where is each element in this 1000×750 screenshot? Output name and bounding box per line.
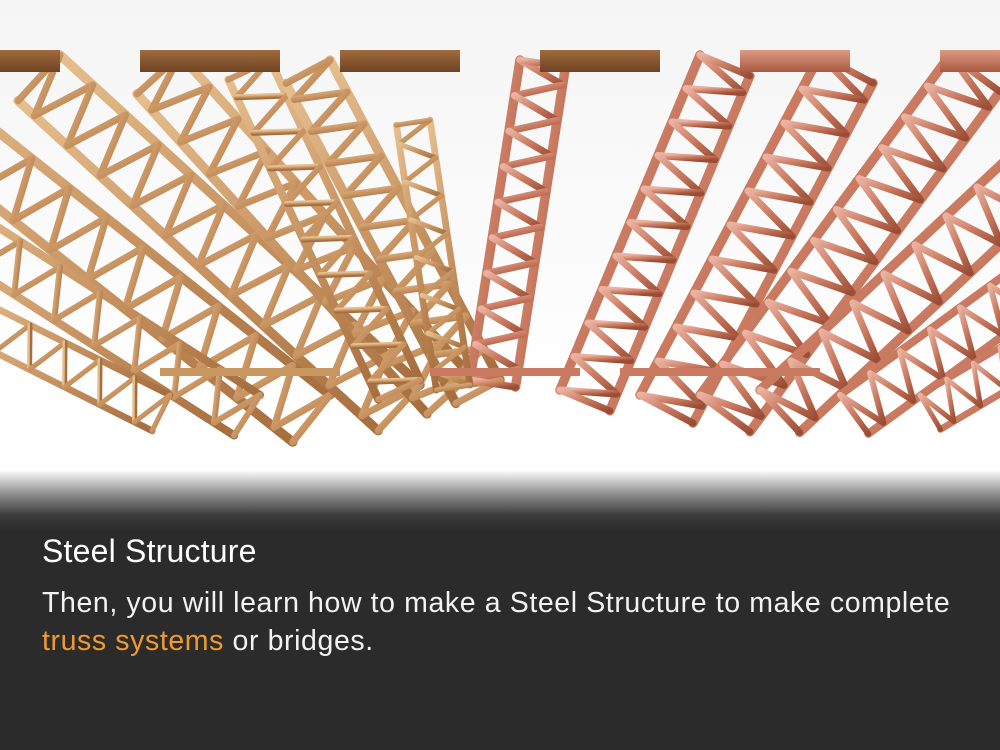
truss-illustration <box>0 50 1000 447</box>
caption-text-start: Then, you will learn how to make a Steel… <box>42 587 951 619</box>
caption-title: Steel Structure <box>42 533 257 569</box>
truss-frames <box>0 50 1000 447</box>
caption-body: Then, you will learn how to make a Steel… <box>42 584 982 660</box>
caption-text-end: or bridges. <box>224 625 374 657</box>
slide: Steel Structure Then, you will learn how… <box>0 0 1000 750</box>
caption-highlight: truss systems <box>42 625 224 657</box>
